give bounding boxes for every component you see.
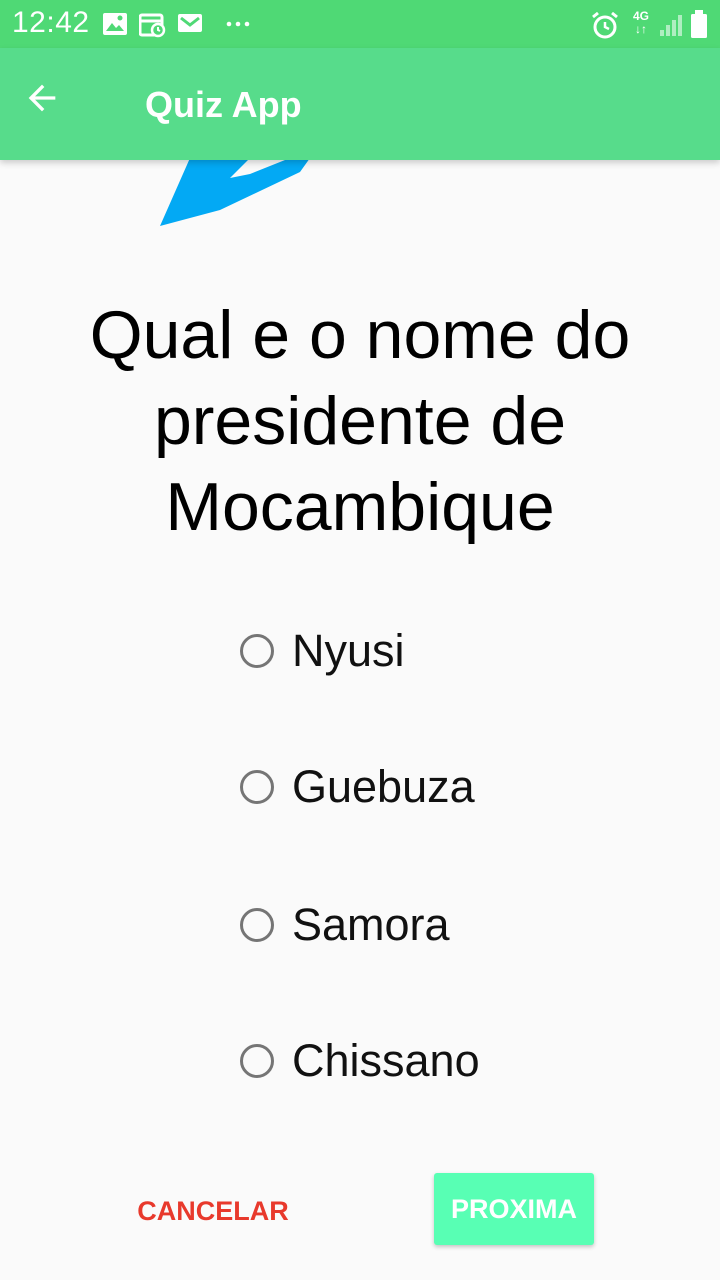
option-nyusi[interactable]: Nyusi xyxy=(240,616,570,686)
option-chissano[interactable]: Chissano xyxy=(240,1026,570,1096)
radio-button[interactable] xyxy=(240,1044,274,1078)
battery-icon xyxy=(691,10,707,38)
more-dots-icon xyxy=(226,21,250,27)
signal-icon xyxy=(660,15,682,36)
gmail-icon xyxy=(178,14,202,32)
network-label: 4G xyxy=(632,9,649,23)
status-bar: 12:42 4G ↓↑ xyxy=(0,0,720,48)
radio-button[interactable] xyxy=(240,908,274,942)
radio-button[interactable] xyxy=(240,634,274,668)
option-label: Nyusi xyxy=(292,625,405,676)
logo-image xyxy=(160,158,310,226)
option-label: Samora xyxy=(292,899,450,950)
image-icon xyxy=(103,13,127,35)
option-guebuza[interactable]: Guebuza xyxy=(240,752,570,822)
app-bar: Quiz App xyxy=(0,48,720,160)
back-button[interactable] xyxy=(22,78,86,130)
status-time: 12:42 xyxy=(12,6,90,39)
option-samora[interactable]: Samora xyxy=(240,890,570,960)
next-button[interactable]: PROXIMA xyxy=(434,1173,594,1245)
option-label: Chissano xyxy=(292,1035,480,1086)
radio-button[interactable] xyxy=(240,770,274,804)
question-text: Qual e o nome do presidente de Mocambiqu… xyxy=(89,297,631,545)
option-label: Guebuza xyxy=(292,761,475,812)
app-title: Quiz App xyxy=(145,84,302,125)
calendar-icon xyxy=(139,13,166,38)
cancel-button[interactable]: CANCELAR xyxy=(128,1180,298,1242)
arrow-left-icon xyxy=(28,84,56,112)
4g-data-icon: 4G ↓↑ xyxy=(632,9,649,36)
alarm-icon xyxy=(592,12,618,39)
